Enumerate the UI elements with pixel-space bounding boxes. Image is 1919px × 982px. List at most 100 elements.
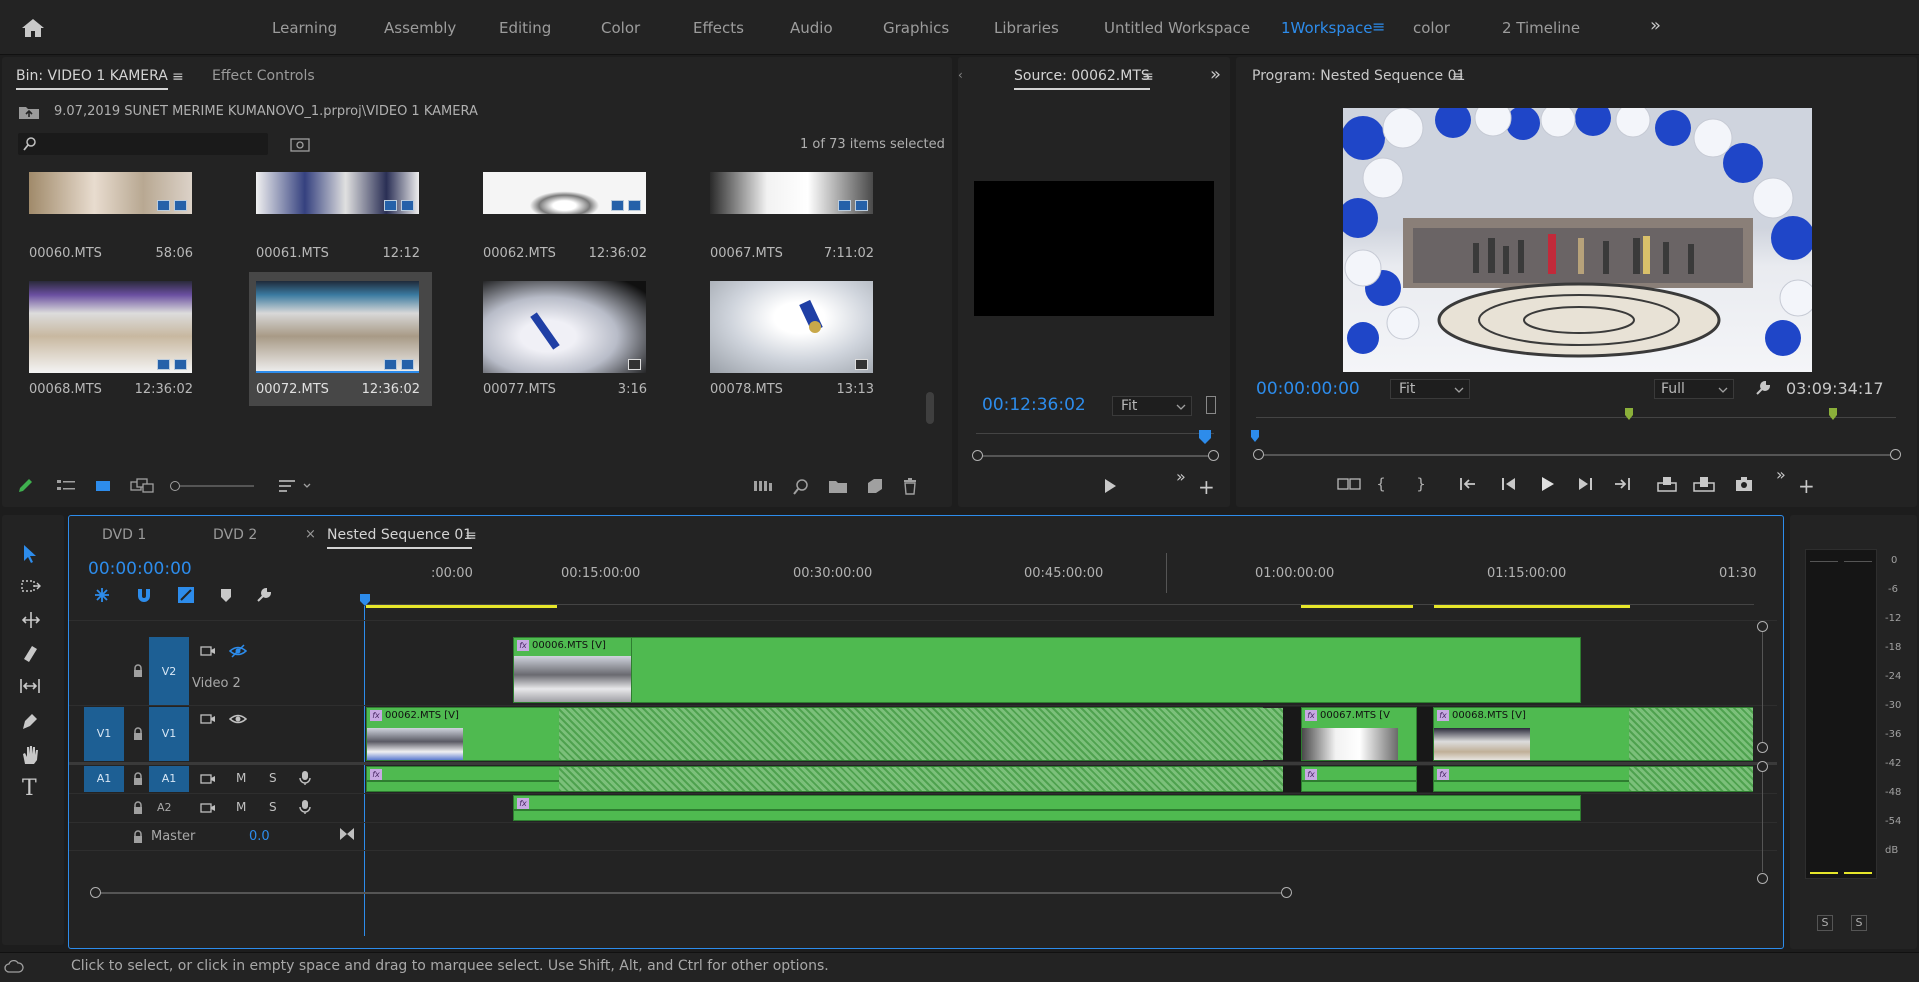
mark-out-icon[interactable]: } xyxy=(1414,475,1428,493)
tab-close-icon[interactable]: × xyxy=(305,527,316,542)
workspace-overflow-icon[interactable]: » xyxy=(1650,15,1661,36)
source-timecode[interactable]: 00:12:36:02 xyxy=(982,395,1086,415)
microphone-icon[interactable] xyxy=(299,770,311,786)
source-overflow-icon[interactable]: » xyxy=(1210,64,1221,85)
tab-effect-controls[interactable]: Effect Controls xyxy=(212,68,315,84)
horizontal-zoom-handle-right[interactable] xyxy=(1281,887,1292,898)
timeline-timecode[interactable]: 00:00:00:00 xyxy=(88,559,192,579)
source-fit-dropdown[interactable]: Fit xyxy=(1112,396,1192,416)
workspace-tab-color[interactable]: Color xyxy=(601,19,640,37)
video-audio-divider[interactable] xyxy=(69,762,1777,765)
nest-icon[interactable] xyxy=(93,586,111,604)
source-patch-a1[interactable]: A1 xyxy=(84,766,124,792)
wrench-icon[interactable] xyxy=(1754,379,1772,397)
creative-cloud-icon[interactable] xyxy=(4,960,24,974)
bin-menu-icon[interactable]: ≡ xyxy=(172,69,184,85)
ripple-edit-tool-icon[interactable] xyxy=(20,610,42,630)
vertical-scroll-track[interactable] xyxy=(1762,772,1763,872)
program-add-button-icon[interactable]: + xyxy=(1798,474,1815,498)
bin-item[interactable]: 00060.MTS 58:06 xyxy=(22,172,205,272)
workspace-tab-2-timeline[interactable]: 2 Timeline xyxy=(1502,19,1580,37)
step-forward-icon[interactable] xyxy=(1576,475,1594,493)
source-more-controls-icon[interactable]: » xyxy=(1176,467,1186,486)
horizontal-scroll-bar[interactable] xyxy=(101,892,1281,894)
clip-a2[interactable]: fx xyxy=(513,795,1581,821)
sync-lock-icon[interactable] xyxy=(200,801,216,815)
workspace-tab-learning[interactable]: Learning xyxy=(272,19,337,37)
track-name-a2[interactable]: A2 xyxy=(157,801,172,814)
clip-gap[interactable] xyxy=(1417,766,1433,792)
clip-gap[interactable] xyxy=(1283,707,1301,761)
icon-view-icon[interactable] xyxy=(94,478,112,494)
bin-item[interactable]: 00061.MTS 12:12 xyxy=(249,172,432,272)
workspace-tab-graphics[interactable]: Graphics xyxy=(883,19,949,37)
type-tool-icon[interactable]: T xyxy=(22,776,37,801)
add-marker-icon[interactable] xyxy=(219,586,233,604)
source-settings-icon[interactable] xyxy=(1206,396,1216,414)
track-select-tool-icon[interactable] xyxy=(20,577,42,595)
pen-tool-icon[interactable] xyxy=(20,711,40,731)
program-zoom-handle-right[interactable] xyxy=(1890,449,1901,460)
master-go-to-icon[interactable] xyxy=(339,827,355,841)
clip-v1[interactable]: fx 00067.MTS [V xyxy=(1301,707,1417,761)
zoom-slider-track[interactable] xyxy=(180,485,254,487)
workspace-tab-libraries[interactable]: Libraries xyxy=(994,19,1059,37)
freeform-view-icon[interactable] xyxy=(130,478,154,494)
bin-item[interactable]: 00078.MTS 13:13 xyxy=(703,272,886,406)
source-zoom-handle-left[interactable] xyxy=(972,450,983,461)
marker-icon[interactable] xyxy=(1624,407,1634,421)
mute-button-a2[interactable]: M xyxy=(236,800,246,814)
tab-source[interactable]: Source: 00062.MTS xyxy=(1014,68,1150,90)
home-icon[interactable] xyxy=(18,16,48,40)
source-add-button-icon[interactable]: + xyxy=(1198,475,1215,499)
source-time-ruler[interactable] xyxy=(976,433,1214,434)
workspace-tab-assembly[interactable]: Assembly xyxy=(384,19,456,37)
track-target-v1[interactable]: V1 xyxy=(149,707,189,761)
step-back-icon[interactable] xyxy=(1500,475,1518,493)
source-zoom-handle-right[interactable] xyxy=(1208,450,1219,461)
eye-icon[interactable] xyxy=(229,712,247,726)
lock-icon[interactable] xyxy=(132,772,144,786)
new-bin-icon[interactable] xyxy=(828,478,848,494)
sort-icon[interactable] xyxy=(278,478,314,494)
selection-tool-icon[interactable] xyxy=(20,543,40,565)
bin-search-field[interactable] xyxy=(18,133,268,155)
horizontal-zoom-handle-left[interactable] xyxy=(90,887,101,898)
mute-button-a1[interactable]: M xyxy=(236,771,246,785)
automate-to-sequence-icon[interactable] xyxy=(752,478,774,494)
play-icon[interactable] xyxy=(1538,475,1556,493)
timeline-playhead-icon[interactable] xyxy=(359,593,371,607)
solo-right-button[interactable]: S xyxy=(1851,915,1867,931)
lock-icon[interactable] xyxy=(132,830,144,844)
find-bin-icon[interactable] xyxy=(792,478,810,496)
workspace-tab-1workspace[interactable]: 1Workspace xyxy=(1281,19,1373,37)
tab-bin[interactable]: Bin: VIDEO 1 KAMERA xyxy=(16,68,168,90)
list-view-icon[interactable] xyxy=(56,478,76,494)
track-target-a1[interactable]: A1 xyxy=(149,766,189,792)
program-timecode[interactable]: 00:00:00:00 xyxy=(1256,379,1360,399)
workspace-tab-untitled[interactable]: Untitled Workspace xyxy=(1104,19,1250,37)
marker-icon[interactable] xyxy=(1828,407,1838,421)
lock-icon[interactable] xyxy=(132,664,144,678)
timeline-menu-icon[interactable]: ≡ xyxy=(465,528,477,544)
clip-edit-point[interactable] xyxy=(631,637,632,703)
work-area-bar[interactable] xyxy=(1301,605,1413,608)
bin-scrollbar[interactable] xyxy=(926,392,934,424)
timeline-settings-wrench-icon[interactable] xyxy=(255,586,273,604)
bin-item-selected[interactable]: 00072.MTS 12:36:02 xyxy=(249,272,432,406)
workspace-tab-audio[interactable]: Audio xyxy=(790,19,833,37)
solo-button-a2[interactable]: S xyxy=(269,800,277,814)
folder-up-icon[interactable] xyxy=(18,104,40,120)
solo-button-a1[interactable]: S xyxy=(269,771,277,785)
sync-lock-icon[interactable] xyxy=(200,712,216,726)
find-icon[interactable] xyxy=(290,137,310,153)
camera-icon[interactable] xyxy=(1734,475,1754,493)
vertical-zoom-handle[interactable] xyxy=(1757,742,1768,753)
zoom-slider-handle[interactable] xyxy=(170,481,180,491)
solo-left-button[interactable]: S xyxy=(1817,915,1833,931)
bin-item[interactable]: 00062.MTS 12:36:02 xyxy=(476,172,659,272)
trash-icon[interactable] xyxy=(902,477,918,495)
snap-icon[interactable] xyxy=(135,586,153,604)
workspace-tab-color-lower[interactable]: color xyxy=(1413,19,1450,37)
vertical-scroll-track[interactable] xyxy=(1762,632,1763,742)
